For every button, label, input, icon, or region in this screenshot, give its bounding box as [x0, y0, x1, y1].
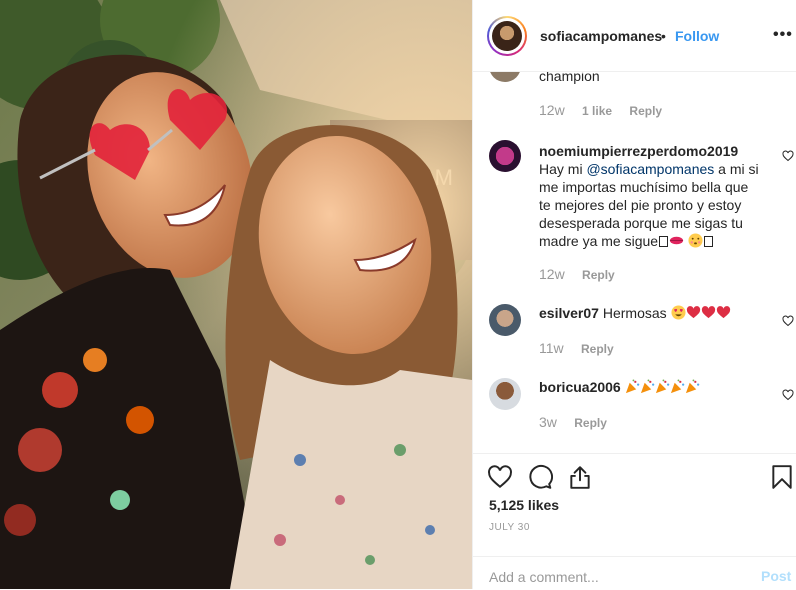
- comment-icon[interactable]: [527, 464, 553, 490]
- commenter-avatar[interactable]: [489, 378, 521, 410]
- party-popper-emoji: [640, 379, 654, 394]
- heart-eyes-emoji: [671, 305, 686, 320]
- comment-time[interactable]: 12w: [539, 266, 565, 282]
- post-actions: 5,125 likes JULY 30 Post: [473, 453, 796, 589]
- add-comment-bar: Post: [473, 556, 796, 590]
- red-heart-emoji: [716, 306, 730, 319]
- more-options-icon[interactable]: •••: [773, 26, 793, 44]
- comment-likes[interactable]: 1 like: [582, 104, 612, 118]
- comment-time[interactable]: 3w: [539, 414, 557, 430]
- comment-meta: 12w 1 like Reply: [539, 102, 676, 118]
- party-popper-emoji: [670, 379, 684, 394]
- author-username[interactable]: sofiacampomanes: [540, 28, 662, 44]
- comment-username[interactable]: noemiumpierrezperdomo2019: [539, 143, 738, 159]
- reply-button[interactable]: Reply: [629, 104, 662, 118]
- comment-text: champion: [539, 72, 600, 84]
- add-comment-input[interactable]: [489, 567, 749, 587]
- commenter-avatar[interactable]: [489, 140, 521, 172]
- comment-meta: 12w Reply: [539, 266, 629, 282]
- party-popper-emoji: [625, 379, 639, 394]
- bookmark-icon[interactable]: [769, 464, 795, 490]
- comment-time[interactable]: 11w: [539, 340, 564, 356]
- likes-count[interactable]: 5,125 likes: [489, 497, 559, 513]
- heart-icon[interactable]: [487, 464, 513, 490]
- party-popper-emoji: [655, 379, 669, 394]
- reply-button[interactable]: Reply: [581, 342, 614, 356]
- author-avatar[interactable]: [487, 16, 527, 56]
- comments-list[interactable]: champion 12w 1 like Reply noemiumpierrez…: [473, 72, 796, 453]
- comment-mention[interactable]: @sofiacampomanes: [586, 161, 714, 177]
- comment-body-start: Hay mi: [539, 161, 583, 177]
- comment-text: esilver07 Hermosas: [539, 304, 763, 322]
- party-popper-emoji: [685, 379, 699, 394]
- red-heart-emoji: [701, 306, 715, 319]
- separator-dot: •: [661, 28, 666, 44]
- comment-username[interactable]: esilver07: [539, 305, 599, 321]
- like-comment-heart-icon[interactable]: [782, 389, 794, 401]
- reply-button[interactable]: Reply: [582, 268, 615, 282]
- comment-body: Hermosas: [602, 305, 667, 321]
- comment-username[interactable]: boricua2006: [539, 379, 621, 395]
- comment-meta: 3w Reply: [539, 414, 621, 430]
- like-comment-heart-icon[interactable]: [782, 315, 794, 327]
- comment-meta: 11w Reply: [539, 340, 628, 356]
- like-comment-heart-icon[interactable]: [782, 150, 794, 162]
- commenter-avatar[interactable]: [489, 304, 521, 336]
- post-comment-button[interactable]: Post: [761, 568, 791, 584]
- comment-time[interactable]: 12w: [539, 102, 565, 118]
- post-header: sofiacampomanes • Follow •••: [473, 0, 796, 72]
- follow-button[interactable]: Follow: [675, 28, 719, 44]
- reply-button[interactable]: Reply: [574, 416, 607, 430]
- comment-text: boricua2006: [539, 378, 763, 396]
- share-icon[interactable]: [567, 464, 593, 490]
- comment-text: noemiumpierrezperdomo2019 Hay mi @sofiac…: [539, 142, 763, 250]
- post-date[interactable]: JULY 30: [489, 522, 530, 533]
- kiss-mark-emoji: [670, 236, 684, 245]
- post-sidebar: sofiacampomanes • Follow ••• champion 12…: [472, 0, 796, 589]
- kissing-face-emoji: [688, 233, 703, 248]
- post-photo[interactable]: AM: [0, 0, 472, 589]
- selfie-photo: AM: [0, 0, 472, 589]
- commenter-avatar[interactable]: [489, 72, 521, 82]
- red-heart-emoji: [686, 306, 700, 319]
